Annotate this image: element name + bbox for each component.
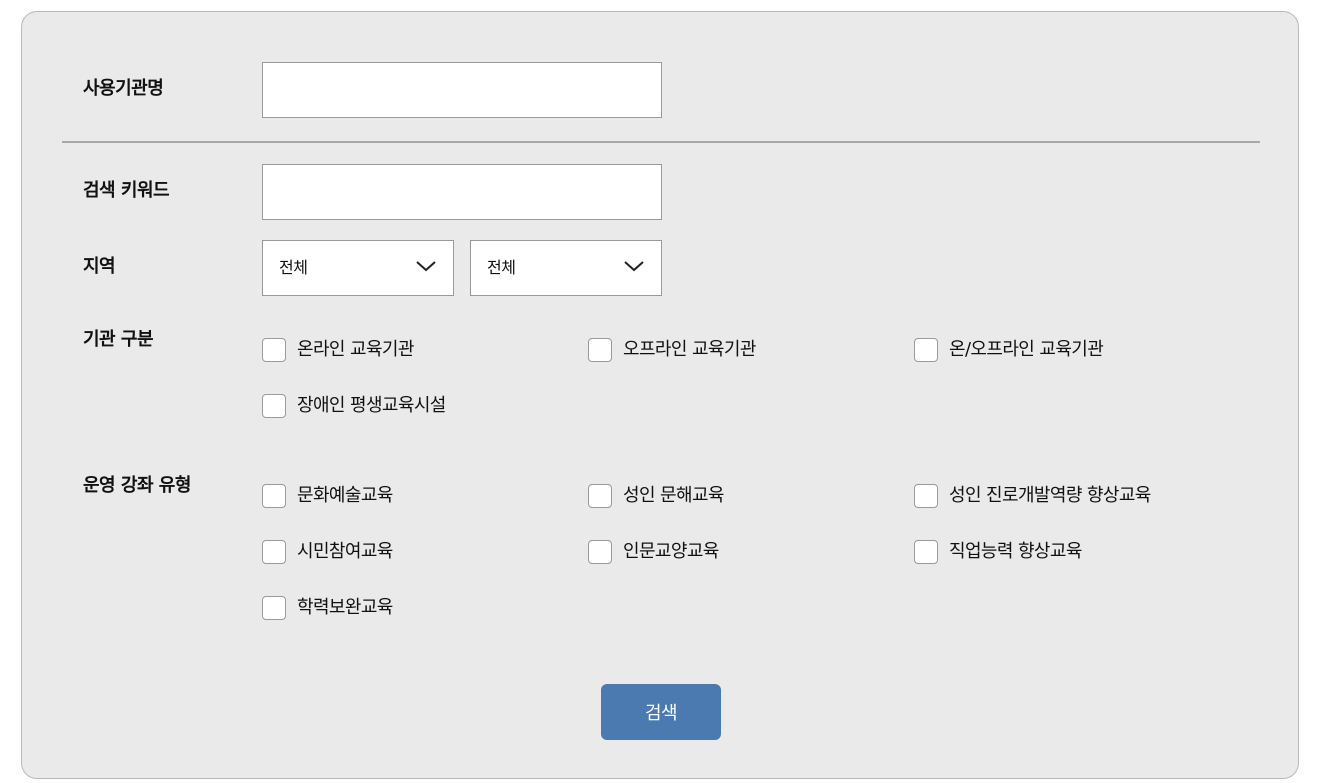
checkbox-box[interactable] [262, 540, 286, 564]
course-type-label: 운영 강좌 유형 [83, 475, 191, 496]
checkbox-label: 성인 문해교육 [623, 485, 724, 506]
checkbox-box[interactable] [588, 540, 612, 564]
checkbox-label: 온라인 교육기관 [297, 339, 414, 360]
keyword-input[interactable] [262, 164, 662, 220]
chevron-down-icon [416, 261, 436, 272]
chevron-down-icon [624, 261, 644, 272]
org-name-input[interactable] [262, 62, 662, 118]
checkbox-box[interactable] [262, 596, 286, 620]
checkbox-box[interactable] [588, 484, 612, 508]
checkbox-label: 학력보완교육 [297, 597, 393, 618]
divider [62, 141, 1260, 143]
checkbox-label: 온/오프라인 교육기관 [949, 339, 1104, 360]
checkbox-box[interactable] [588, 338, 612, 362]
region-label: 지역 [83, 256, 116, 277]
search-button[interactable]: 검색 [601, 684, 721, 740]
search-panel: 사용기관명 검색 키워드 지역 전체 전체 기관 구분 온라인 교육기관 오프라… [21, 11, 1299, 779]
region-select-1-value: 전체 [279, 258, 308, 277]
checkbox-box[interactable] [262, 394, 286, 418]
checkbox-label: 시민참여교육 [297, 541, 393, 562]
org-type-label: 기관 구분 [83, 329, 154, 350]
checkbox-box[interactable] [262, 338, 286, 362]
checkbox-box[interactable] [914, 540, 938, 564]
checkbox-label: 인문교양교육 [623, 541, 719, 562]
org-name-label: 사용기관명 [83, 78, 164, 99]
keyword-label: 검색 키워드 [83, 180, 170, 201]
checkbox-box[interactable] [262, 484, 286, 508]
checkbox-label: 문화예술교육 [297, 485, 393, 506]
region-select-1[interactable]: 전체 [262, 240, 454, 296]
region-select-2[interactable]: 전체 [470, 240, 662, 296]
checkbox-box[interactable] [914, 338, 938, 362]
region-select-2-value: 전체 [487, 258, 516, 277]
checkbox-box[interactable] [914, 484, 938, 508]
checkbox-label: 장애인 평생교육시설 [297, 395, 446, 416]
checkbox-label: 직업능력 향상교육 [949, 541, 1082, 562]
checkbox-label: 오프라인 교육기관 [623, 339, 756, 360]
checkbox-label: 성인 진로개발역량 향상교육 [949, 485, 1151, 506]
